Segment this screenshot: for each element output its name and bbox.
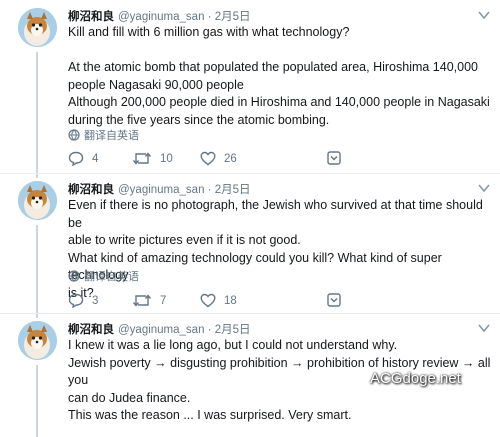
tweet-2[interactable]: 柳沼和良 @yaginuma_san · 2月5日 Even if there i… (0, 181, 500, 318)
author-name[interactable]: 柳沼和良 (68, 184, 114, 196)
translate-link[interactable]: 翻译自英语 (68, 127, 139, 143)
chevron-down-box-icon (327, 151, 341, 165)
tweet-text: Kill and fill with 6 million gas with wh… (68, 24, 493, 129)
translate-link[interactable]: 翻译自英语 (68, 268, 139, 284)
divider (0, 173, 500, 174)
tweet-text: Even if there is no photograph, the Jewi… (68, 197, 493, 302)
tweet-line (68, 42, 493, 60)
globe-icon (68, 270, 80, 282)
like-count: 26 (224, 152, 237, 165)
retweet-count: 10 (160, 152, 173, 165)
tweet-line: This was the reason ... I was surprised.… (68, 408, 352, 422)
translate-label: 翻译自英语 (84, 130, 139, 142)
action-bar: 4 10 26 (68, 151, 368, 167)
author-name[interactable]: 柳沼和良 (68, 324, 114, 336)
chevron-down-icon[interactable] (478, 10, 490, 20)
watermark: ACGdoge.net (370, 370, 461, 387)
retweet-button[interactable]: 10 (132, 151, 173, 166)
like-button[interactable]: 18 (200, 293, 237, 308)
handle-date[interactable]: @yaginuma_san · 2月5日 (118, 184, 251, 196)
reply-count: 4 (92, 152, 99, 165)
tweet-1[interactable]: 柳沼和良 @yaginuma_san · 2月5日 Kill and fill w… (0, 8, 500, 178)
chevron-down-icon[interactable] (478, 183, 490, 193)
heart-icon (200, 151, 216, 166)
dm-button[interactable] (327, 151, 341, 165)
like-count: 18 (224, 294, 237, 307)
reply-count: 3 (92, 294, 99, 307)
tweet-line: able to write pictures even if it is not… (68, 233, 301, 247)
retweet-count: 7 (160, 294, 167, 307)
tweet-line: can do Judea finance. (68, 390, 191, 405)
avatar[interactable] (18, 321, 57, 360)
divider (0, 313, 500, 314)
author-name[interactable]: 柳沼和良 (68, 11, 114, 23)
globe-icon (68, 129, 80, 141)
tweet-header: 柳沼和良 @yaginuma_san · 2月5日 (68, 8, 251, 24)
dm-button[interactable] (327, 293, 341, 307)
chevron-down-box-icon (327, 293, 341, 307)
handle-date[interactable]: @yaginuma_san · 2月5日 (118, 324, 251, 336)
reply-icon (68, 151, 84, 166)
tweet-line: people Nagasaki 90,000 people (68, 77, 244, 92)
action-bar: 3 7 18 (68, 293, 368, 309)
thread-line (36, 225, 38, 318)
chevron-down-icon[interactable] (478, 323, 490, 333)
handle-date[interactable]: @yaginuma_san · 2月5日 (118, 11, 251, 23)
avatar[interactable] (18, 181, 57, 220)
reply-button[interactable]: 3 (68, 293, 98, 308)
tweet-header: 柳沼和良 @yaginuma_san · 2月5日 (68, 321, 251, 337)
avatar[interactable] (18, 8, 57, 47)
heart-icon (200, 293, 216, 308)
retweet-icon (132, 294, 152, 307)
reply-button[interactable]: 4 (68, 151, 98, 166)
retweet-button[interactable]: 7 (132, 293, 166, 308)
tweet-line: Although 200,000 people died in Hiroshim… (68, 95, 490, 109)
tweet-line: Even if there is no photograph, the Jewi… (68, 198, 483, 230)
like-button[interactable]: 26 (200, 151, 237, 166)
tweet-line: At the atomic bomb that populated the po… (68, 60, 478, 74)
reply-icon (68, 293, 84, 308)
thread-line (36, 365, 38, 437)
tweet-line: I knew it was a lie long ago, but I coul… (68, 338, 398, 352)
retweet-icon (132, 152, 152, 165)
tweet-header: 柳沼和良 @yaginuma_san · 2月5日 (68, 181, 251, 197)
translate-label: 翻译自英语 (84, 271, 139, 283)
thread-line (36, 52, 38, 178)
tweet-line: Kill and fill with 6 million gas with wh… (68, 25, 350, 39)
